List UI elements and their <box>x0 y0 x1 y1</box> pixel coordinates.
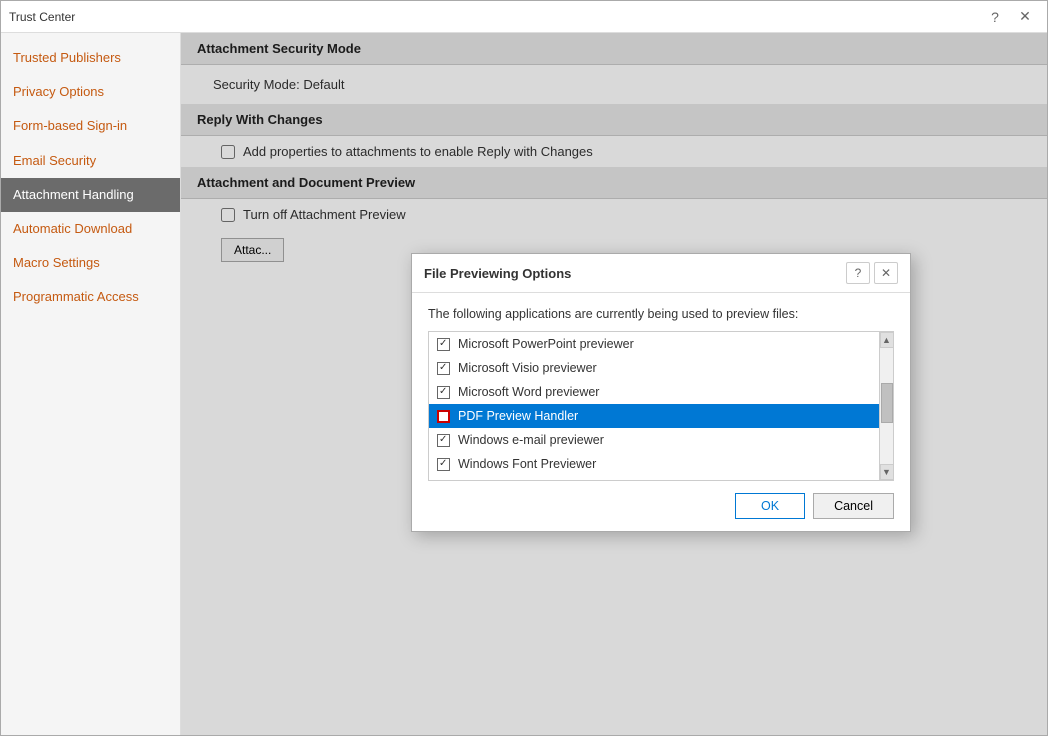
sidebar-item-form-based-signin[interactable]: Form-based Sign-in <box>1 109 180 143</box>
cancel-button[interactable]: Cancel <box>813 493 894 519</box>
modal-overlay: File Previewing Options ? ✕ The followin… <box>181 33 1047 735</box>
sidebar-item-trusted-publishers[interactable]: Trusted Publishers <box>1 41 180 75</box>
window-title: Trust Center <box>9 10 981 24</box>
list-item-label-email: Windows e-mail previewer <box>458 433 604 447</box>
scrollbar-down-button[interactable]: ▼ <box>880 464 894 480</box>
dialog-help-button[interactable]: ? <box>846 262 870 284</box>
scrollbar-middle <box>880 348 893 464</box>
list-item-visio[interactable]: Microsoft Visio previewer <box>429 356 879 380</box>
help-button[interactable]: ? <box>981 5 1009 29</box>
list-item-label-font: Windows Font Previewer <box>458 457 596 471</box>
list-item-checkbox-powerpoint[interactable] <box>437 338 450 351</box>
list-item-checkbox-pdf[interactable] <box>437 410 450 423</box>
list-item-email[interactable]: Windows e-mail previewer <box>429 428 879 452</box>
dialog-close-button[interactable]: ✕ <box>874 262 898 284</box>
dialog-title-bar: File Previewing Options ? ✕ <box>412 254 910 293</box>
preview-list[interactable]: Microsoft PowerPoint previewer Microsoft … <box>429 332 879 480</box>
dialog-content: The following applications are currently… <box>412 293 910 481</box>
dialog-title: File Previewing Options <box>424 266 846 281</box>
sidebar-item-attachment-handling[interactable]: Attachment Handling <box>1 178 180 212</box>
list-item-word[interactable]: Microsoft Word previewer <box>429 380 879 404</box>
sidebar-item-macro-settings[interactable]: Macro Settings <box>1 246 180 280</box>
list-item-checkbox-email[interactable] <box>437 434 450 447</box>
sidebar-item-privacy-options[interactable]: Privacy Options <box>1 75 180 109</box>
sidebar: Trusted PublishersPrivacy OptionsForm-ba… <box>1 33 181 735</box>
list-item-label-word: Microsoft Word previewer <box>458 385 599 399</box>
content-area: Trusted PublishersPrivacy OptionsForm-ba… <box>1 33 1047 735</box>
sidebar-item-email-security[interactable]: Email Security <box>1 144 180 178</box>
list-item-pdf[interactable]: PDF Preview Handler <box>429 404 879 428</box>
list-item-checkbox-visio[interactable] <box>437 362 450 375</box>
title-bar-controls: ? ✕ <box>981 5 1039 29</box>
dialog-footer: OK Cancel <box>412 481 910 531</box>
list-item-checkbox-word[interactable] <box>437 386 450 399</box>
sidebar-item-programmatic-access[interactable]: Programmatic Access <box>1 280 180 314</box>
list-item-font[interactable]: Windows Font Previewer <box>429 452 879 476</box>
list-item-label-pdf: PDF Preview Handler <box>458 409 578 423</box>
trust-center-window: Trust Center ? ✕ Trusted PublishersPriva… <box>0 0 1048 736</box>
list-item-powerpoint[interactable]: Microsoft PowerPoint previewer <box>429 332 879 356</box>
list-item-label-powerpoint: Microsoft PowerPoint previewer <box>458 337 634 351</box>
scrollbar-thumb[interactable] <box>881 383 893 423</box>
list-item-checkbox-font[interactable] <box>437 458 450 471</box>
dialog-controls: ? ✕ <box>846 262 898 284</box>
dialog-description: The following applications are currently… <box>428 307 894 321</box>
preview-list-wrapper: Microsoft PowerPoint previewer Microsoft … <box>428 331 894 481</box>
list-item-label-visio: Microsoft Visio previewer <box>458 361 597 375</box>
close-button[interactable]: ✕ <box>1011 5 1039 29</box>
main-panel: Attachment Security Mode Security Mode: … <box>181 33 1047 735</box>
title-bar: Trust Center ? ✕ <box>1 1 1047 33</box>
file-previewing-dialog: File Previewing Options ? ✕ The followin… <box>411 253 911 532</box>
sidebar-item-automatic-download[interactable]: Automatic Download <box>1 212 180 246</box>
ok-button[interactable]: OK <box>735 493 805 519</box>
scrollbar-track: ▲ ▼ <box>879 332 893 480</box>
scrollbar-up-button[interactable]: ▲ <box>880 332 894 348</box>
